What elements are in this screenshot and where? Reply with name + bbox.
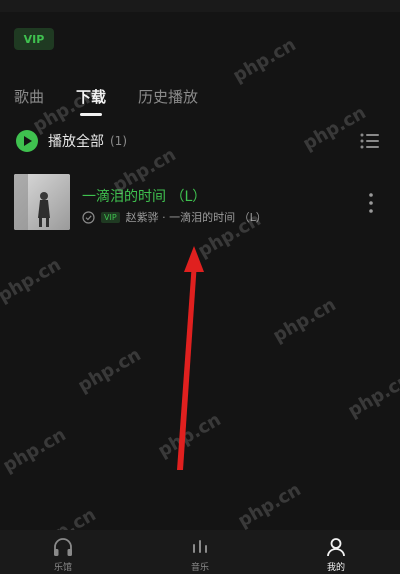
song-list-item[interactable]: 一滴泪的时间 （L） VIP 赵紫骅 · 一滴泪的时间 （L） bbox=[14, 174, 386, 236]
nav-item-mine[interactable]: 我的 bbox=[311, 536, 361, 574]
bottom-nav: 乐馆 音乐 我的 bbox=[0, 530, 400, 574]
watermark: php.cn bbox=[269, 294, 340, 347]
headphones-icon bbox=[54, 538, 72, 556]
watermark: php.cn bbox=[74, 344, 145, 397]
list-manage-icon[interactable] bbox=[360, 132, 380, 150]
status-bar bbox=[0, 0, 400, 12]
song-title: 一滴泪的时间 （L） bbox=[82, 189, 207, 205]
song-vip-tag: VIP bbox=[101, 211, 120, 223]
watermark: php.cn bbox=[0, 254, 65, 307]
nav-label-music: 音乐 bbox=[190, 563, 209, 573]
watermark: php.cn bbox=[154, 409, 225, 462]
watermark: php.cn bbox=[344, 369, 400, 422]
tab-songs[interactable]: 歌曲 bbox=[14, 86, 44, 107]
vip-badge[interactable]: VIP bbox=[14, 28, 54, 50]
watermark: php.cn bbox=[299, 102, 370, 155]
song-count: (1) bbox=[110, 134, 127, 148]
tab-active-indicator bbox=[80, 113, 103, 116]
play-all-label: 播放全部 bbox=[48, 134, 104, 150]
person-icon bbox=[327, 538, 345, 557]
play-icon bbox=[16, 130, 38, 152]
watermark: php.cn bbox=[229, 34, 300, 87]
watermark: php.cn bbox=[234, 479, 305, 532]
nav-item-music[interactable]: 音乐 bbox=[175, 536, 225, 574]
tab-history[interactable]: 历史播放 bbox=[138, 86, 198, 107]
more-options-icon[interactable] bbox=[368, 192, 374, 214]
nav-label-home: 乐馆 bbox=[53, 563, 72, 573]
song-meta: VIP 赵紫骅 · 一滴泪的时间 （L） bbox=[82, 209, 267, 225]
nav-item-home[interactable]: 乐馆 bbox=[38, 536, 88, 574]
watermark: php.cn bbox=[0, 424, 70, 477]
tab-downloads[interactable]: 下载 bbox=[76, 86, 106, 116]
tab-bar: 歌曲 下载 历史播放 bbox=[14, 86, 230, 116]
play-all-button[interactable]: 播放全部 (1) bbox=[16, 130, 127, 152]
nav-label-mine: 我的 bbox=[326, 563, 345, 573]
equalizer-icon bbox=[193, 540, 207, 553]
downloaded-check-icon bbox=[82, 210, 95, 224]
song-artist-album: 赵紫骅 · 一滴泪的时间 （L） bbox=[125, 211, 267, 224]
album-cover bbox=[14, 174, 70, 230]
